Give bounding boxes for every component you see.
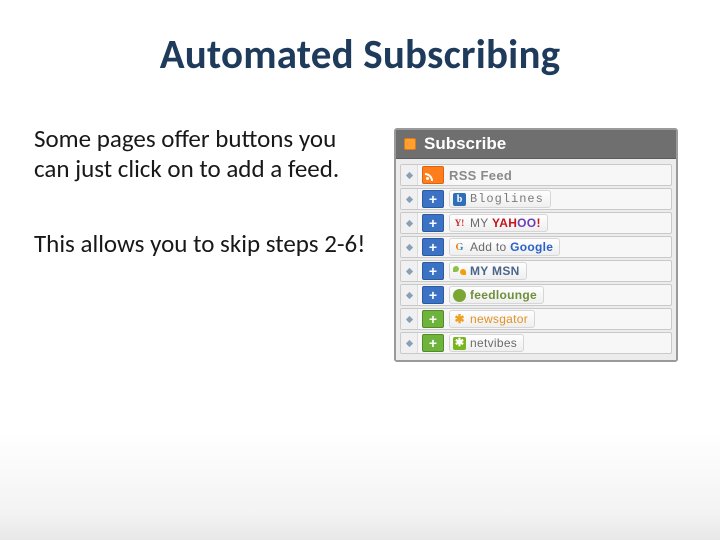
rss-feed-chip: RSS Feed (449, 166, 518, 184)
slide: Automated Subscribing Some pages offer b… (0, 0, 720, 540)
slide-title: Automated Subscribing (0, 30, 720, 80)
google-chip: Add to Google (449, 238, 560, 256)
add-icon: + (422, 238, 444, 256)
subscribe-row-yahoo[interactable]: + MY YAHOO! (400, 212, 672, 234)
add-icon: + (422, 310, 444, 328)
msn-chip: MY MSN (449, 262, 527, 280)
subscribe-widget: Subscribe RSS Feed + Bloglines + (394, 128, 678, 362)
add-icon: + (422, 214, 444, 232)
add-icon: + (422, 334, 444, 352)
feedlounge-chip: feedlounge (449, 286, 544, 304)
yahoo-label: MY YAHOO! (470, 216, 541, 230)
newsgator-label: newsgator (470, 312, 528, 326)
netvibes-icon (453, 337, 466, 350)
add-icon: + (422, 262, 444, 280)
subscribe-list: RSS Feed + Bloglines + MY YAHOO! (396, 159, 676, 360)
subscribe-widget-header: Subscribe (396, 130, 676, 159)
drag-handle-icon[interactable] (401, 189, 418, 209)
google-icon (453, 241, 466, 254)
newsgator-icon (453, 313, 466, 326)
subscribe-row-feedlounge[interactable]: + feedlounge (400, 284, 672, 306)
body-paragraph-2: This allows you to skip steps 2-6! (34, 229, 374, 259)
subscribe-row-msn[interactable]: + MY MSN (400, 260, 672, 282)
drag-handle-icon[interactable] (401, 165, 418, 185)
add-icon: + (422, 286, 444, 304)
drag-handle-icon[interactable] (401, 285, 418, 305)
feedlounge-icon (453, 289, 466, 302)
bloglines-icon (453, 193, 466, 206)
body-paragraph-1: Some pages offer buttons you can just cl… (34, 124, 374, 183)
rss-icon (422, 166, 444, 184)
yahoo-chip: MY YAHOO! (449, 214, 548, 232)
msn-label: MY MSN (470, 264, 520, 278)
rss-icon (404, 138, 416, 150)
drag-handle-icon[interactable] (401, 213, 418, 233)
add-icon: + (422, 190, 444, 208)
netvibes-chip: netvibes (449, 334, 524, 352)
slide-body: Some pages offer buttons you can just cl… (34, 124, 374, 305)
subscribe-row-newsgator[interactable]: + newsgator (400, 308, 672, 330)
newsgator-chip: newsgator (449, 310, 535, 328)
bloglines-label: Bloglines (470, 192, 544, 206)
bloglines-chip: Bloglines (449, 190, 551, 208)
rss-feed-label: RSS Feed (449, 168, 512, 183)
subscribe-row-google[interactable]: + Add to Google (400, 236, 672, 258)
drag-handle-icon[interactable] (401, 309, 418, 329)
drag-handle-icon[interactable] (401, 261, 418, 281)
feedlounge-label: feedlounge (470, 288, 537, 302)
drag-handle-icon[interactable] (401, 333, 418, 353)
yahoo-icon (453, 217, 466, 230)
netvibes-label: netvibes (470, 336, 517, 350)
subscribe-row-netvibes[interactable]: + netvibes (400, 332, 672, 354)
subscribe-widget-title: Subscribe (424, 134, 506, 154)
msn-icon (453, 265, 466, 278)
subscribe-row-bloglines[interactable]: + Bloglines (400, 188, 672, 210)
drag-handle-icon[interactable] (401, 237, 418, 257)
google-label: Add to Google (470, 240, 553, 254)
subscribe-row-rss[interactable]: RSS Feed (400, 164, 672, 186)
